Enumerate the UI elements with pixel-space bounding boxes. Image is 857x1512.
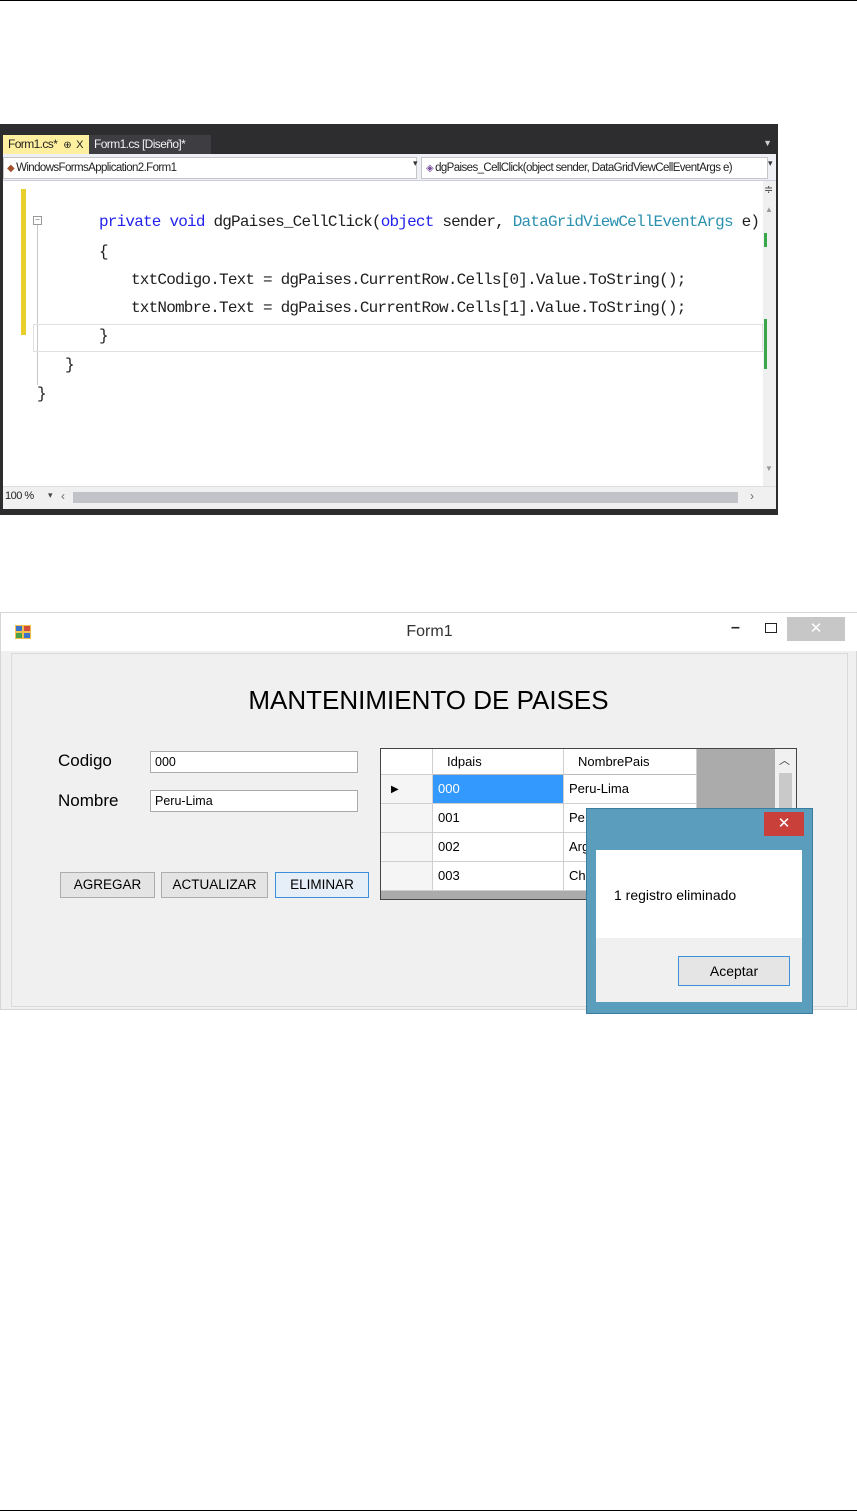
row-header[interactable] xyxy=(381,833,433,862)
tab-label: Form1.cs [Diseño]* xyxy=(94,137,186,151)
row-header[interactable]: ▶ xyxy=(381,775,433,804)
aceptar-button[interactable]: Aceptar xyxy=(678,956,790,986)
window-title: Form1 xyxy=(406,623,453,640)
scroll-down-icon[interactable]: ▼ xyxy=(765,464,773,473)
chevron-down-icon[interactable]: ▾ xyxy=(413,158,418,169)
current-row-pointer-icon: ▶ xyxy=(391,784,399,795)
close-window-button[interactable]: ✕ xyxy=(787,617,845,641)
scroll-up-icon[interactable]: ▲ xyxy=(765,205,773,214)
changed-lines-indicator xyxy=(21,189,26,335)
grid-cell[interactable]: 001 xyxy=(433,804,564,833)
eliminar-button[interactable]: ELIMINAR xyxy=(275,872,369,898)
message-box-dialog: ✕ 1 registro eliminado Aceptar xyxy=(586,808,813,1014)
page-top-rule xyxy=(0,0,857,1)
scroll-right-icon[interactable]: › xyxy=(750,489,754,503)
class-icon: ◆ xyxy=(7,163,15,174)
code-line-1: private void dgPaises_CellClick(object s… xyxy=(99,213,760,231)
zoom-level[interactable]: 100 % xyxy=(5,490,34,502)
close-dialog-button[interactable]: ✕ xyxy=(764,812,804,836)
code-line-4: txtNombre.Text = dgPaises.CurrentRow.Cel… xyxy=(131,299,686,317)
member-dropdown[interactable]: ◈ dgPaises_CellClick(object sender, DataG… xyxy=(421,157,768,179)
code-line-2: { xyxy=(99,243,109,261)
page-bottom-rule xyxy=(0,1510,857,1511)
nombre-label: Nombre xyxy=(58,791,119,810)
method-icon: ◈ xyxy=(426,163,434,174)
tab-form1-design[interactable]: Form1.cs [Diseño]* xyxy=(89,135,211,154)
document-tab-strip: Form1.cs* ⊕ X Form1.cs [Diseño]* ▼ xyxy=(0,124,778,154)
maximize-icon[interactable] xyxy=(765,623,777,633)
tab-list-dropdown-icon[interactable]: ▼ xyxy=(763,138,772,148)
form-heading: MANTENIMIENTO DE PAISES xyxy=(248,685,609,715)
grid-cell[interactable]: 002 xyxy=(433,833,564,862)
collapse-icon[interactable]: − xyxy=(33,216,42,225)
editor-status-bar: 100 % ▾ ‹ › xyxy=(3,486,776,509)
code-line-6: } xyxy=(65,356,75,374)
close-tab-icon[interactable]: X xyxy=(76,139,83,151)
pin-icon[interactable]: ⊕ xyxy=(63,140,71,151)
message-footer: Aceptar xyxy=(596,938,802,1002)
nombre-input[interactable]: Peru-Lima xyxy=(150,790,358,812)
grid-scroll-thumb[interactable] xyxy=(779,773,792,813)
grid-cell[interactable]: 000 xyxy=(433,775,564,804)
navigation-bar: ◆ WindowsFormsApplication2.Form1 ▾ ◈ dgPai… xyxy=(3,154,776,181)
codigo-input[interactable]: 000 xyxy=(150,751,358,773)
row-header[interactable] xyxy=(381,862,433,891)
column-header-idpais[interactable]: Idpais xyxy=(433,749,564,775)
tab-form1-cs[interactable]: Form1.cs* ⊕ X xyxy=(3,135,95,154)
class-dropdown-value: WindowsFormsApplication2.Form1 xyxy=(16,162,177,174)
split-window-icon[interactable]: ≑ xyxy=(764,183,773,196)
message-body: 1 registro eliminado xyxy=(596,850,802,938)
chevron-down-icon[interactable]: ▾ xyxy=(48,490,53,501)
grid-cell[interactable]: 003 xyxy=(433,862,564,891)
saved-change-marker xyxy=(764,319,767,369)
scroll-left-icon[interactable]: ‹ xyxy=(61,489,65,503)
code-line-7: } xyxy=(37,385,47,403)
member-dropdown-value: dgPaises_CellClick(object sender, DataGr… xyxy=(435,162,732,174)
codigo-label: Codigo xyxy=(58,751,112,770)
agregar-button[interactable]: AGREGAR xyxy=(60,872,155,898)
outline-line xyxy=(37,225,38,385)
grid-cell[interactable]: Peru-Lima xyxy=(564,775,697,804)
tab-label: Form1.cs* xyxy=(8,137,58,151)
code-line-5: } xyxy=(99,327,109,345)
column-header-nombrepais[interactable]: NombrePais xyxy=(564,749,697,775)
horizontal-scroll-thumb[interactable] xyxy=(73,492,738,503)
code-editor-window: Form1.cs* ⊕ X Form1.cs [Diseño]* ▼ ◆ Window… xyxy=(0,124,778,515)
code-line-3: txtCodigo.Text = dgPaises.CurrentRow.Cel… xyxy=(131,271,686,289)
vertical-scrollbar[interactable]: ≑ ▲ ▼ xyxy=(763,181,776,486)
title-bar: Form1 – ✕ xyxy=(1,613,857,651)
grid-corner-header xyxy=(381,749,433,775)
chevron-up-icon[interactable]: ︿ xyxy=(779,752,790,768)
saved-change-marker xyxy=(764,233,767,247)
code-area[interactable]: − private void dgPaises_CellClick(object… xyxy=(3,181,763,486)
actualizar-button[interactable]: ACTUALIZAR xyxy=(161,872,268,898)
chevron-down-icon[interactable]: ▾ xyxy=(768,158,773,169)
message-text: 1 registro eliminado xyxy=(614,887,737,903)
current-line-highlight xyxy=(33,324,763,352)
class-dropdown[interactable]: ◆ WindowsFormsApplication2.Form1 xyxy=(3,157,417,179)
row-header[interactable] xyxy=(381,804,433,833)
minimize-icon[interactable]: – xyxy=(731,619,740,637)
